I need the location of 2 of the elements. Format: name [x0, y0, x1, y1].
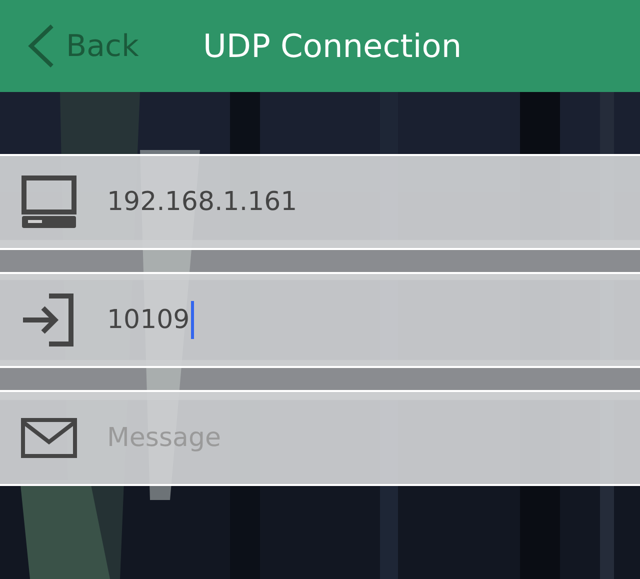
screen-title: UDP Connection	[203, 27, 462, 65]
chevron-left-icon	[26, 23, 56, 69]
